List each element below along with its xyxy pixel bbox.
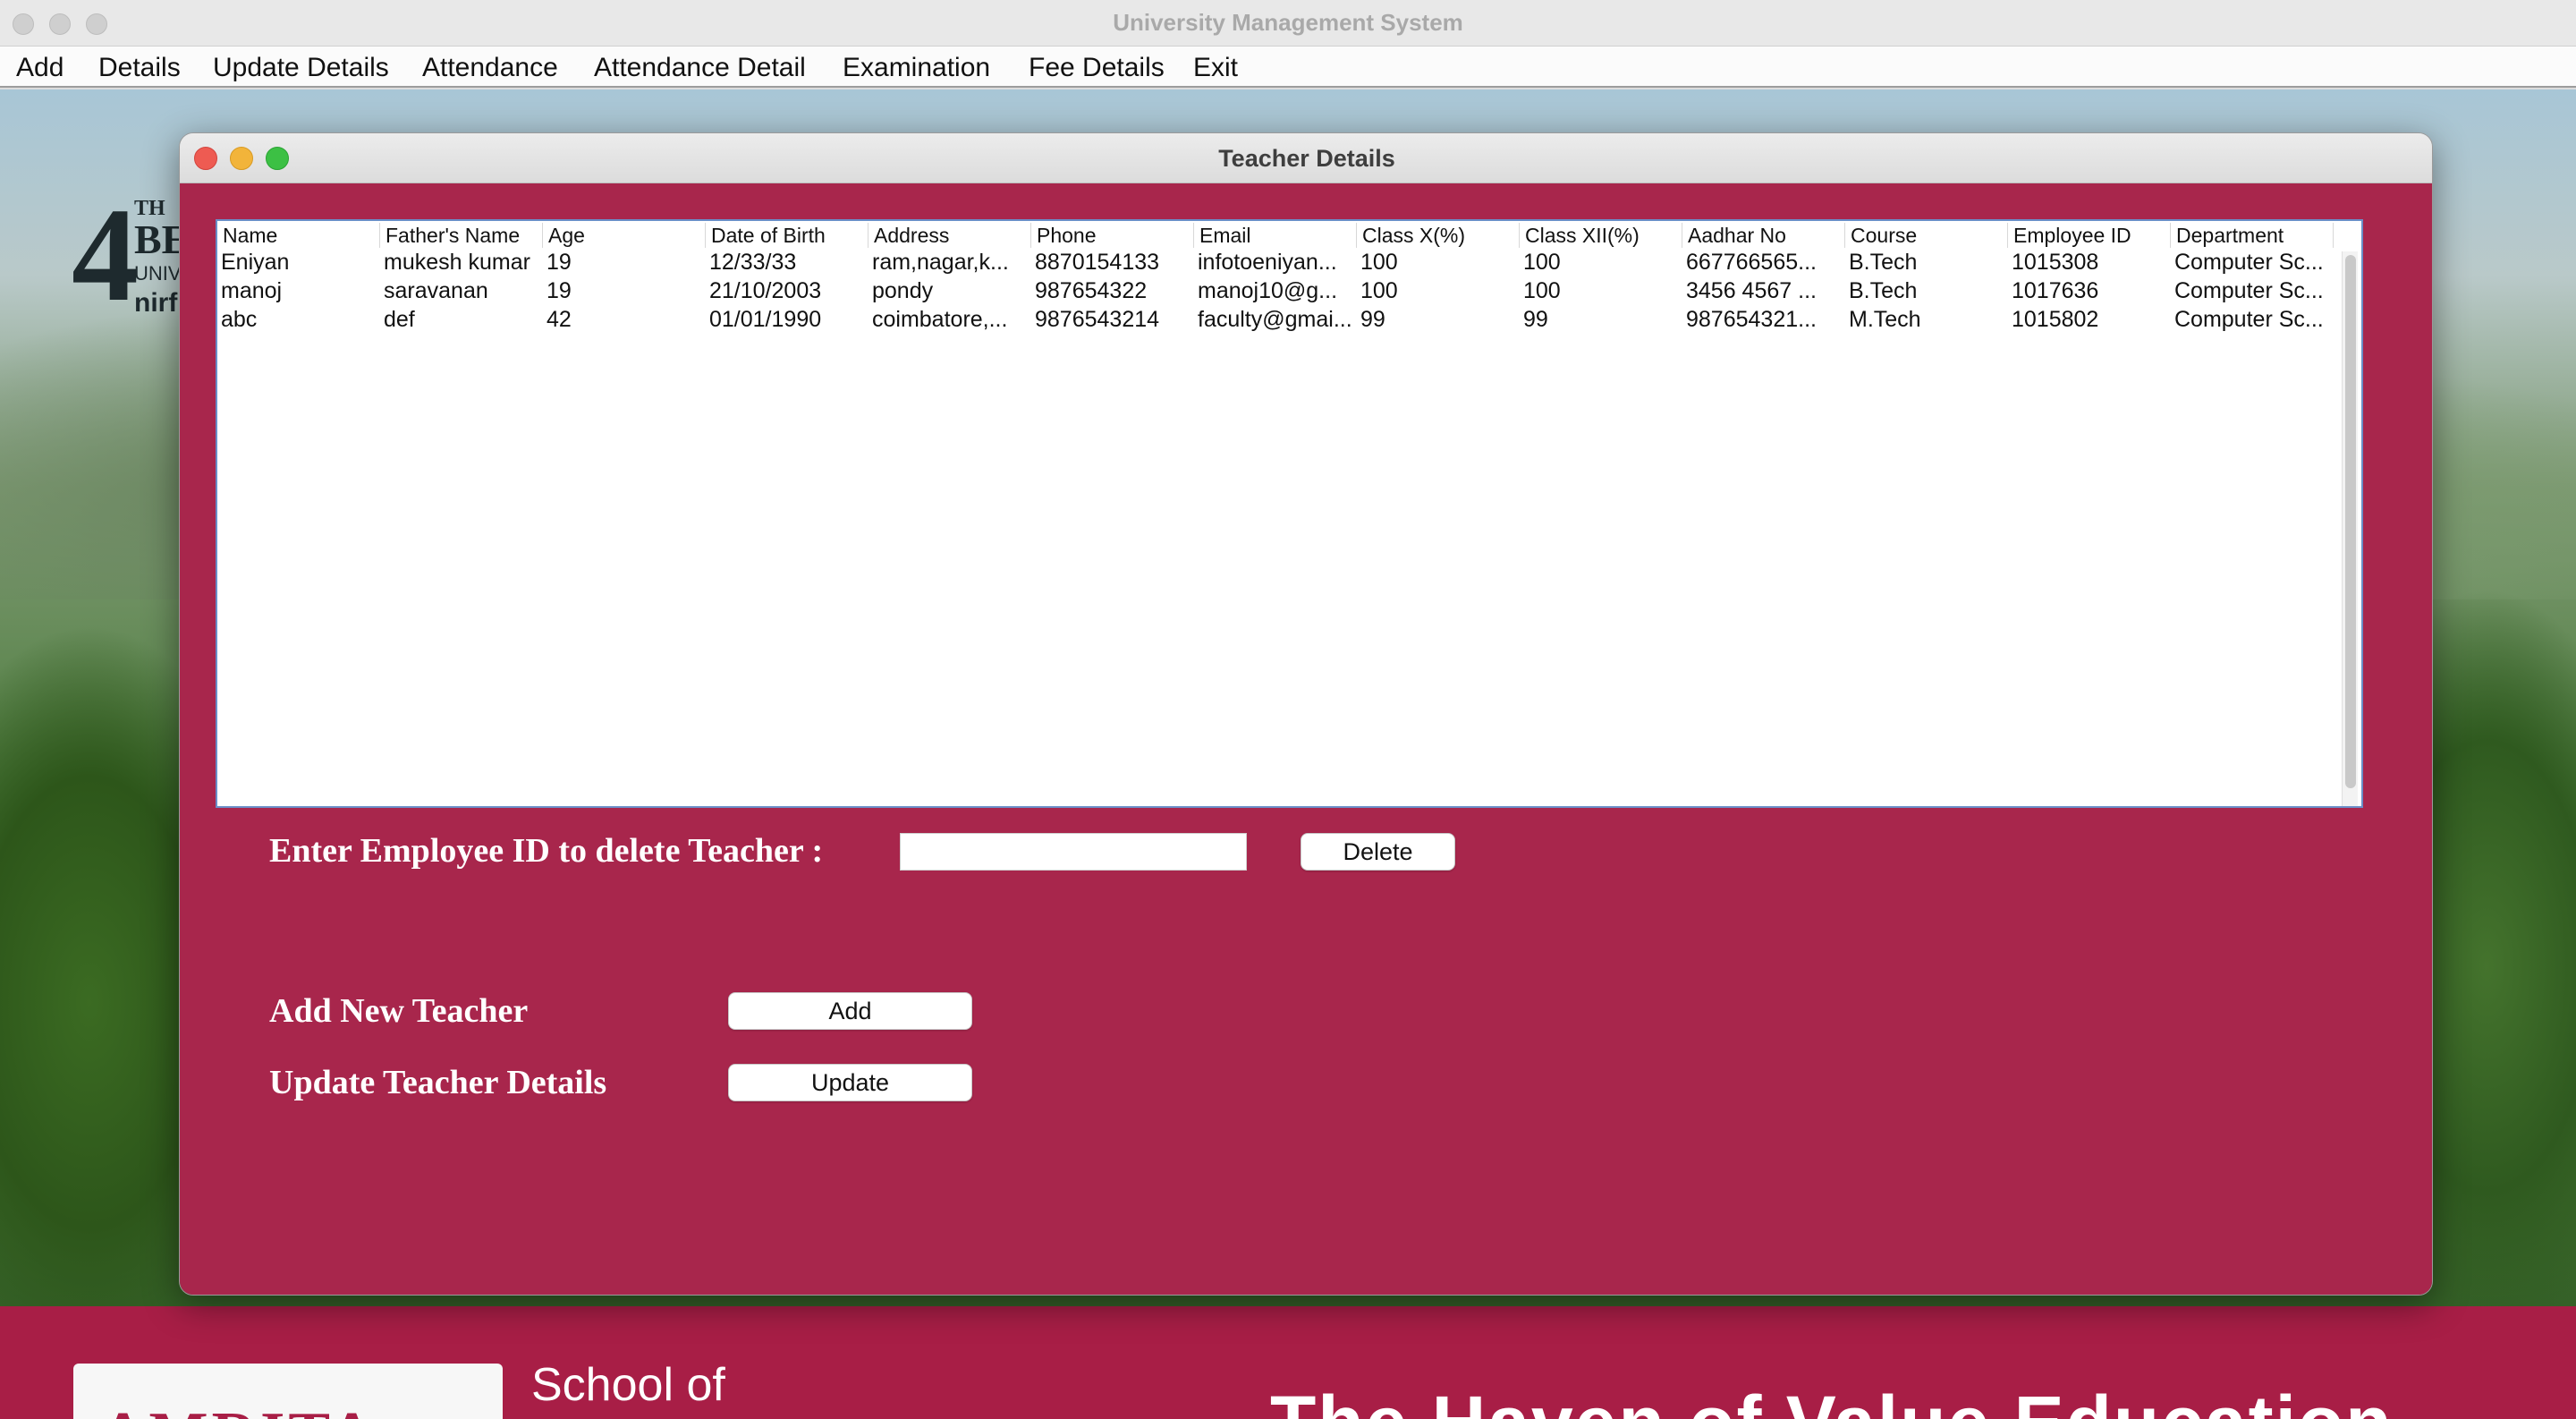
menu-exit[interactable]: Exit [1193, 52, 1238, 84]
column-header-fathers-name[interactable]: Father's Name [380, 223, 543, 248]
cell-department: Computer Sc... [2174, 307, 2324, 332]
nirf-logo: nirf [134, 288, 178, 318]
cell-department: Computer Sc... [2174, 278, 2324, 303]
delete-teacher-label: Enter Employee ID to delete Teacher : [269, 832, 824, 870]
delete-button[interactable]: Delete [1301, 833, 1455, 871]
column-header-class-x[interactable]: Class X(%) [1357, 223, 1520, 248]
cell-age: 19 [547, 250, 572, 275]
cell-email: manoj10@g... [1198, 278, 1338, 303]
main-window-titlebar: University Management System [0, 0, 2576, 47]
cell-employee-id: 1017636 [2012, 278, 2099, 303]
table-row[interactable]: manoj saravanan 19 21/10/2003 pondy 9876… [217, 276, 2339, 305]
cell-phone: 987654322 [1035, 278, 1148, 303]
bottom-banner: AMRITA School of The Haven of Value Educ… [0, 1306, 2576, 1419]
cell-name: abc [221, 307, 258, 332]
menu-bar: Add Details Update Details Attendance At… [0, 47, 2576, 88]
cell-aadhar: 3456 4567 ... [1686, 278, 1817, 303]
banner-tagline: The Haven of Value Education [1270, 1380, 2394, 1419]
cell-address: ram,nagar,k... [872, 250, 1009, 275]
add-button[interactable]: Add [728, 992, 972, 1030]
cell-class-x: 100 [1360, 278, 1398, 303]
cell-aadhar: 987654321... [1686, 307, 1817, 332]
menu-examination[interactable]: Examination [843, 52, 990, 84]
update-teacher-label: Update Teacher Details [269, 1064, 607, 1101]
cell-class-xii: 100 [1523, 278, 1561, 303]
cell-age: 42 [547, 307, 572, 332]
table-row[interactable]: abc def 42 01/01/1990 coimbatore,... 987… [217, 305, 2339, 334]
column-header-phone[interactable]: Phone [1031, 223, 1194, 248]
cell-class-xii: 99 [1523, 307, 1548, 332]
menu-attendance-detail[interactable]: Attendance Detail [594, 52, 806, 84]
column-header-email[interactable]: Email [1194, 223, 1357, 248]
cell-dob: 21/10/2003 [709, 278, 822, 303]
teacher-table[interactable]: Name Father's Name Age Date of Birth Add… [216, 219, 2363, 808]
window-title: University Management System [1113, 9, 1463, 36]
teacher-details-body: Name Father's Name Age Date of Birth Add… [180, 183, 2432, 1295]
table-vertical-scrollbar[interactable] [2342, 251, 2358, 806]
column-header-dob[interactable]: Date of Birth [706, 223, 869, 248]
menu-add[interactable]: Add [16, 52, 64, 84]
cell-class-x: 99 [1360, 307, 1385, 332]
cell-name: Eniyan [221, 250, 290, 275]
amrita-logo: AMRITA [73, 1364, 503, 1419]
cell-course: B.Tech [1849, 250, 1918, 275]
cell-fathers-name: mukesh kumar [384, 250, 530, 275]
column-header-age[interactable]: Age [543, 223, 706, 248]
column-header-course[interactable]: Course [1845, 223, 2008, 248]
cell-aadhar: 667766565... [1686, 250, 1817, 275]
cell-phone: 9876543214 [1035, 307, 1160, 332]
table-header: Name Father's Name Age Date of Birth Add… [217, 221, 2339, 248]
menu-update-details[interactable]: Update Details [213, 52, 389, 84]
cell-dob: 12/33/33 [709, 250, 797, 275]
cell-email: faculty@gmai... [1198, 307, 1352, 332]
column-header-aadhar[interactable]: Aadhar No [1682, 223, 1845, 248]
ranking-univ-text: UNIV [134, 262, 182, 285]
cell-phone: 8870154133 [1035, 250, 1160, 275]
column-header-name[interactable]: Name [217, 223, 380, 248]
cell-department: Computer Sc... [2174, 250, 2324, 275]
teacher-details-titlebar: Teacher Details [180, 133, 2432, 183]
update-button[interactable]: Update [728, 1064, 972, 1101]
amrita-logo-text: AMRITA [100, 1399, 377, 1419]
teacher-details-window: Teacher Details Name Father's Name Age D… [179, 132, 2433, 1296]
cell-dob: 01/01/1990 [709, 307, 822, 332]
banner-school-text: School of [531, 1359, 725, 1411]
cell-course: M.Tech [1849, 307, 1921, 332]
column-header-employee-id[interactable]: Employee ID [2008, 223, 2171, 248]
menu-details[interactable]: Details [98, 52, 181, 84]
cell-class-xii: 100 [1523, 250, 1561, 275]
teacher-details-title: Teacher Details [1218, 145, 1395, 172]
cell-fathers-name: saravanan [384, 278, 488, 303]
cell-class-x: 100 [1360, 250, 1398, 275]
menu-fee-details[interactable]: Fee Details [1029, 52, 1165, 84]
cell-name: manoj [221, 278, 283, 303]
employee-id-input[interactable] [900, 833, 1247, 871]
cell-email: infotoeniyan... [1198, 250, 1337, 275]
column-header-address[interactable]: Address [869, 223, 1031, 248]
cell-age: 19 [547, 278, 572, 303]
table-row[interactable]: Eniyan mukesh kumar 19 12/33/33 ram,naga… [217, 248, 2339, 276]
cell-fathers-name: def [384, 307, 415, 332]
scrollbar-thumb[interactable] [2345, 255, 2356, 788]
cell-course: B.Tech [1849, 278, 1918, 303]
column-header-class-xii[interactable]: Class XII(%) [1520, 223, 1682, 248]
cell-address: coimbatore,... [872, 307, 1008, 332]
ranking-number: 4 [72, 181, 139, 329]
cell-employee-id: 1015308 [2012, 250, 2099, 275]
cell-address: pondy [872, 278, 934, 303]
add-teacher-label: Add New Teacher [269, 992, 529, 1030]
menu-attendance[interactable]: Attendance [422, 52, 558, 84]
cell-employee-id: 1015802 [2012, 307, 2099, 332]
column-header-department[interactable]: Department [2171, 223, 2334, 248]
